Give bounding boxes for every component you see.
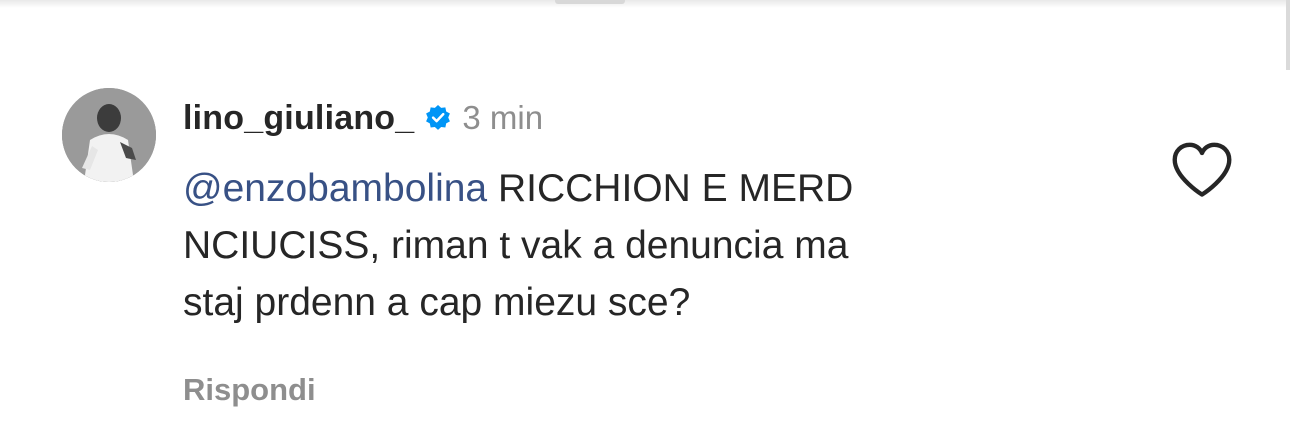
scrollbar[interactable]: [1286, 0, 1290, 70]
comment-text: @enzobambolina RICCHION E MERD NCIUCISS,…: [183, 160, 1143, 331]
timestamp: 3 min: [462, 99, 544, 136]
verified-badge-icon: [426, 105, 451, 130]
avatar-image: [62, 88, 156, 182]
avatar[interactable]: [62, 88, 156, 182]
top-handle: [555, 0, 625, 4]
heart-outline-icon[interactable]: [1169, 140, 1235, 200]
mention-link[interactable]: @enzobambolina: [183, 167, 487, 210]
reply-button[interactable]: Rispondi: [183, 372, 316, 408]
comment-header: lino_giuliano_ 3 min: [183, 88, 1143, 148]
top-divider: [0, 0, 1290, 8]
username[interactable]: lino_giuliano_: [183, 99, 414, 138]
comment-body: lino_giuliano_ 3 min @enzobambolina RICC…: [183, 88, 1143, 331]
